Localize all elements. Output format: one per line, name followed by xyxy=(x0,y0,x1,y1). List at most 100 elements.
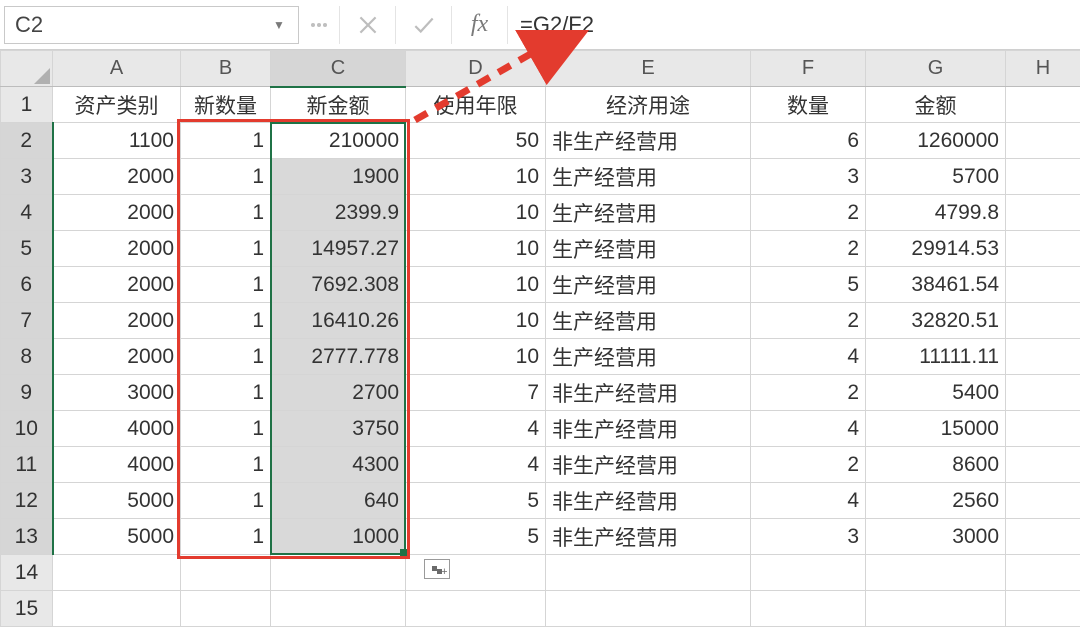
row-header-8[interactable]: 8 xyxy=(1,339,53,375)
row-header-12[interactable]: 12 xyxy=(1,483,53,519)
row-header-15[interactable]: 15 xyxy=(1,591,53,627)
col-header-G[interactable]: G xyxy=(866,51,1006,87)
cell-C13[interactable]: 1000 xyxy=(271,519,406,555)
cell-H2[interactable] xyxy=(1006,123,1080,159)
cell-A10[interactable]: 4000 xyxy=(53,411,181,447)
cell-H9[interactable] xyxy=(1006,375,1080,411)
cell-H13[interactable] xyxy=(1006,519,1080,555)
cell-D3[interactable]: 10 xyxy=(406,159,546,195)
cell-A5[interactable]: 2000 xyxy=(53,231,181,267)
col-header-C[interactable]: C xyxy=(271,51,406,87)
cell-E7[interactable]: 生产经营用 xyxy=(546,303,751,339)
cell-A15[interactable] xyxy=(53,591,181,627)
cell-C8[interactable]: 2777.778 xyxy=(271,339,406,375)
cell-B10[interactable]: 1 xyxy=(181,411,271,447)
cell-A2[interactable]: 1100 xyxy=(53,123,181,159)
cell-C10[interactable]: 3750 xyxy=(271,411,406,447)
cell-C9[interactable]: 2700 xyxy=(271,375,406,411)
cell-B12[interactable]: 1 xyxy=(181,483,271,519)
row-header-2[interactable]: 2 xyxy=(1,123,53,159)
row-header-7[interactable]: 7 xyxy=(1,303,53,339)
cell-B11[interactable]: 1 xyxy=(181,447,271,483)
cell-G9[interactable]: 5400 xyxy=(866,375,1006,411)
cell-A11[interactable]: 4000 xyxy=(53,447,181,483)
cell-E1[interactable]: 经济用途 xyxy=(546,87,751,123)
cell-H15[interactable] xyxy=(1006,591,1080,627)
cell-A7[interactable]: 2000 xyxy=(53,303,181,339)
cell-E6[interactable]: 生产经营用 xyxy=(546,267,751,303)
cell-C11[interactable]: 4300 xyxy=(271,447,406,483)
cell-H7[interactable] xyxy=(1006,303,1080,339)
row-header-10[interactable]: 10 xyxy=(1,411,53,447)
cell-H10[interactable] xyxy=(1006,411,1080,447)
cell-E13[interactable]: 非生产经营用 xyxy=(546,519,751,555)
cell-H3[interactable] xyxy=(1006,159,1080,195)
cell-F1[interactable]: 数量 xyxy=(751,87,866,123)
cell-B4[interactable]: 1 xyxy=(181,195,271,231)
cell-G4[interactable]: 4799.8 xyxy=(866,195,1006,231)
cell-F15[interactable] xyxy=(751,591,866,627)
cell-C1[interactable]: 新金额 xyxy=(271,87,406,123)
row-header-3[interactable]: 3 xyxy=(1,159,53,195)
cell-G8[interactable]: 11111.11 xyxy=(866,339,1006,375)
cell-C15[interactable] xyxy=(271,591,406,627)
cell-E4[interactable]: 生产经营用 xyxy=(546,195,751,231)
cell-H6[interactable] xyxy=(1006,267,1080,303)
cell-A13[interactable]: 5000 xyxy=(53,519,181,555)
cell-D4[interactable]: 10 xyxy=(406,195,546,231)
cancel-formula-button[interactable] xyxy=(339,6,395,44)
select-all-corner[interactable] xyxy=(1,51,53,87)
cell-D13[interactable]: 5 xyxy=(406,519,546,555)
enter-formula-button[interactable] xyxy=(395,6,451,44)
col-header-E[interactable]: E xyxy=(546,51,751,87)
cell-F14[interactable] xyxy=(751,555,866,591)
cell-D15[interactable] xyxy=(406,591,546,627)
cell-B15[interactable] xyxy=(181,591,271,627)
spreadsheet-grid[interactable]: ABCDEFGH1资产类别新数量新金额使用年限经济用途数量金额211001210… xyxy=(0,50,1080,627)
cell-H8[interactable] xyxy=(1006,339,1080,375)
row-header-13[interactable]: 13 xyxy=(1,519,53,555)
cell-B3[interactable]: 1 xyxy=(181,159,271,195)
cell-B8[interactable]: 1 xyxy=(181,339,271,375)
cell-G14[interactable] xyxy=(866,555,1006,591)
cell-A8[interactable]: 2000 xyxy=(53,339,181,375)
cell-E14[interactable] xyxy=(546,555,751,591)
chevron-down-icon[interactable]: ▼ xyxy=(270,18,288,32)
cell-H1[interactable] xyxy=(1006,87,1080,123)
cell-F6[interactable]: 5 xyxy=(751,267,866,303)
cell-G3[interactable]: 5700 xyxy=(866,159,1006,195)
cell-B14[interactable] xyxy=(181,555,271,591)
cell-D6[interactable]: 10 xyxy=(406,267,546,303)
cell-D8[interactable]: 10 xyxy=(406,339,546,375)
col-header-F[interactable]: F xyxy=(751,51,866,87)
cell-C5[interactable]: 14957.27 xyxy=(271,231,406,267)
cell-F5[interactable]: 2 xyxy=(751,231,866,267)
cell-G13[interactable]: 3000 xyxy=(866,519,1006,555)
col-header-B[interactable]: B xyxy=(181,51,271,87)
cell-A4[interactable]: 2000 xyxy=(53,195,181,231)
cell-C7[interactable]: 16410.26 xyxy=(271,303,406,339)
cell-D12[interactable]: 5 xyxy=(406,483,546,519)
col-header-A[interactable]: A xyxy=(53,51,181,87)
cell-B7[interactable]: 1 xyxy=(181,303,271,339)
cell-C4[interactable]: 2399.9 xyxy=(271,195,406,231)
cell-D5[interactable]: 10 xyxy=(406,231,546,267)
cell-B13[interactable]: 1 xyxy=(181,519,271,555)
cell-E5[interactable]: 生产经营用 xyxy=(546,231,751,267)
cell-G5[interactable]: 29914.53 xyxy=(866,231,1006,267)
name-box[interactable]: C2 ▼ xyxy=(4,6,299,44)
cell-D7[interactable]: 10 xyxy=(406,303,546,339)
cell-F7[interactable]: 2 xyxy=(751,303,866,339)
cell-H12[interactable] xyxy=(1006,483,1080,519)
col-header-D[interactable]: D xyxy=(406,51,546,87)
row-header-6[interactable]: 6 xyxy=(1,267,53,303)
row-header-9[interactable]: 9 xyxy=(1,375,53,411)
cell-F8[interactable]: 4 xyxy=(751,339,866,375)
cell-D2[interactable]: 50 xyxy=(406,123,546,159)
cell-A3[interactable]: 2000 xyxy=(53,159,181,195)
formula-bar-grip[interactable] xyxy=(299,23,339,27)
cell-E8[interactable]: 生产经营用 xyxy=(546,339,751,375)
cell-F12[interactable]: 4 xyxy=(751,483,866,519)
cell-G2[interactable]: 1260000 xyxy=(866,123,1006,159)
autofill-options-button[interactable]: + xyxy=(424,559,450,579)
